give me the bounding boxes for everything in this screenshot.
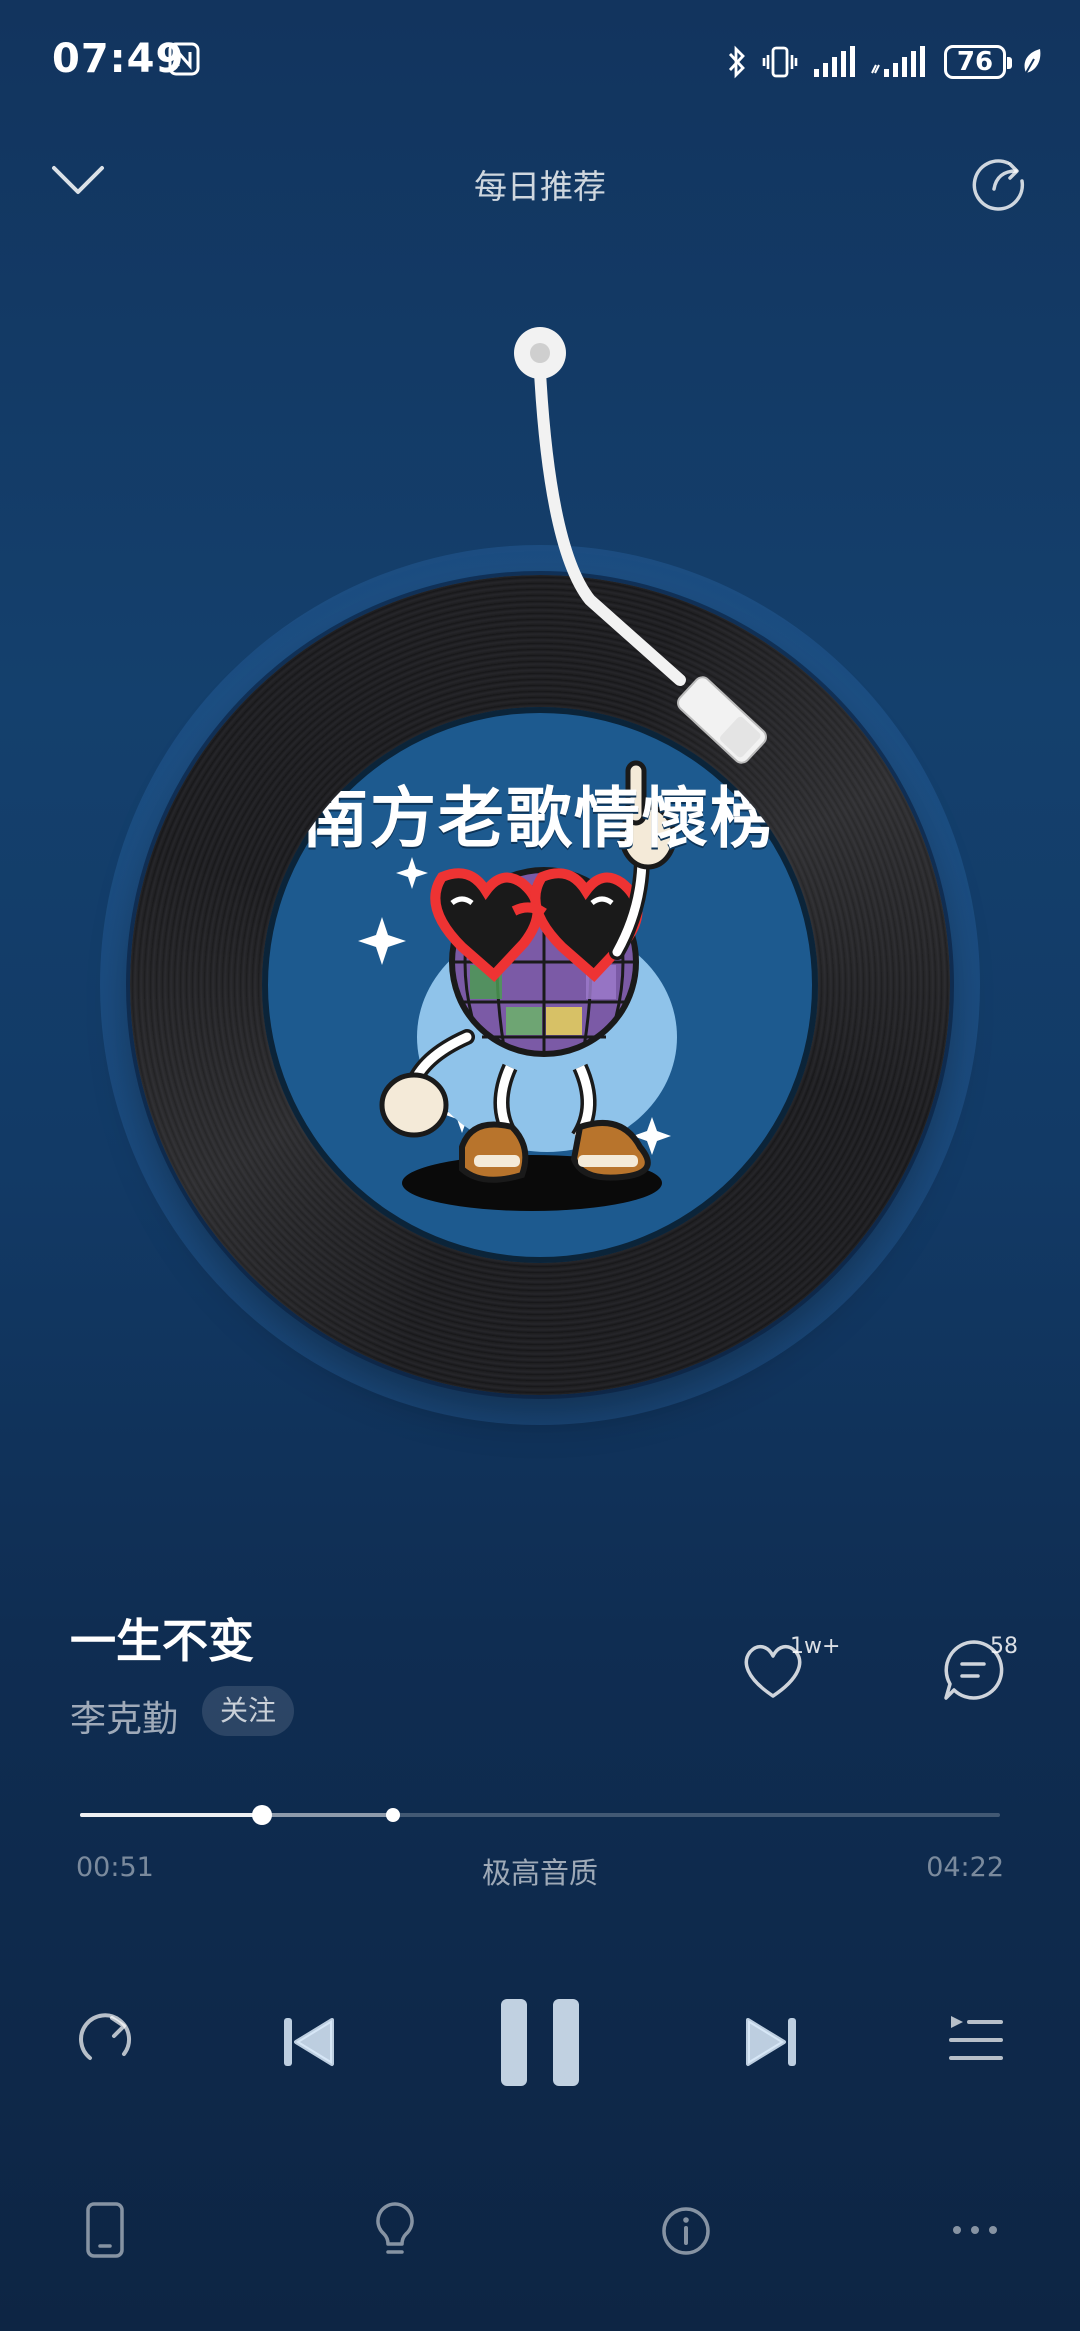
audio-quality-button[interactable]: 极高音质 bbox=[440, 1850, 640, 1892]
battery-icon: 76 bbox=[944, 45, 1012, 79]
repeat-icon[interactable] bbox=[70, 2008, 140, 2078]
artist-name[interactable]: 李克勤 bbox=[70, 1690, 178, 1742]
phone-device-icon[interactable] bbox=[80, 2200, 130, 2260]
album-cover[interactable]: 南方老歌情懷榜 bbox=[262, 707, 818, 1263]
info-icon[interactable] bbox=[660, 2205, 712, 2257]
comment-count: 58 bbox=[990, 1634, 1018, 1659]
total-time: 04:22 bbox=[926, 1852, 1004, 1883]
playlist-icon[interactable] bbox=[945, 2010, 1007, 2072]
song-title: 一生不变 bbox=[70, 1614, 254, 1668]
lightbulb-icon[interactable] bbox=[370, 2200, 420, 2260]
leaf-icon bbox=[1024, 49, 1041, 74]
progress-played bbox=[80, 1813, 262, 1817]
signal-icon bbox=[871, 46, 925, 77]
vibrate-icon bbox=[762, 46, 798, 78]
share-icon[interactable] bbox=[970, 155, 1030, 215]
status-bar: 07:49 76 bbox=[0, 0, 1080, 125]
nfc-icon bbox=[168, 42, 200, 76]
more-icon[interactable] bbox=[950, 2218, 1000, 2242]
progress-thumb[interactable] bbox=[252, 1805, 272, 1825]
bluetooth-icon bbox=[728, 45, 745, 79]
album-cover-title: 南方老歌情懷榜 bbox=[302, 780, 778, 857]
previous-icon[interactable] bbox=[278, 2012, 338, 2072]
next-icon[interactable] bbox=[742, 2012, 802, 2072]
pause-icon[interactable] bbox=[495, 1995, 585, 2090]
chevron-down-icon[interactable] bbox=[50, 160, 106, 200]
current-time: 00:51 bbox=[76, 1852, 154, 1883]
tonearm[interactable] bbox=[490, 320, 820, 770]
page-title: 每日推荐 bbox=[474, 167, 606, 206]
follow-button[interactable]: 关注 bbox=[202, 1686, 295, 1736]
status-icons: 76 bbox=[726, 40, 1044, 84]
like-count: 1w+ bbox=[790, 1634, 841, 1659]
status-time: 07:49 bbox=[52, 36, 185, 82]
buffer-marker bbox=[386, 1808, 400, 1822]
signal-icon bbox=[814, 46, 855, 77]
battery-level: 76 bbox=[956, 47, 994, 77]
